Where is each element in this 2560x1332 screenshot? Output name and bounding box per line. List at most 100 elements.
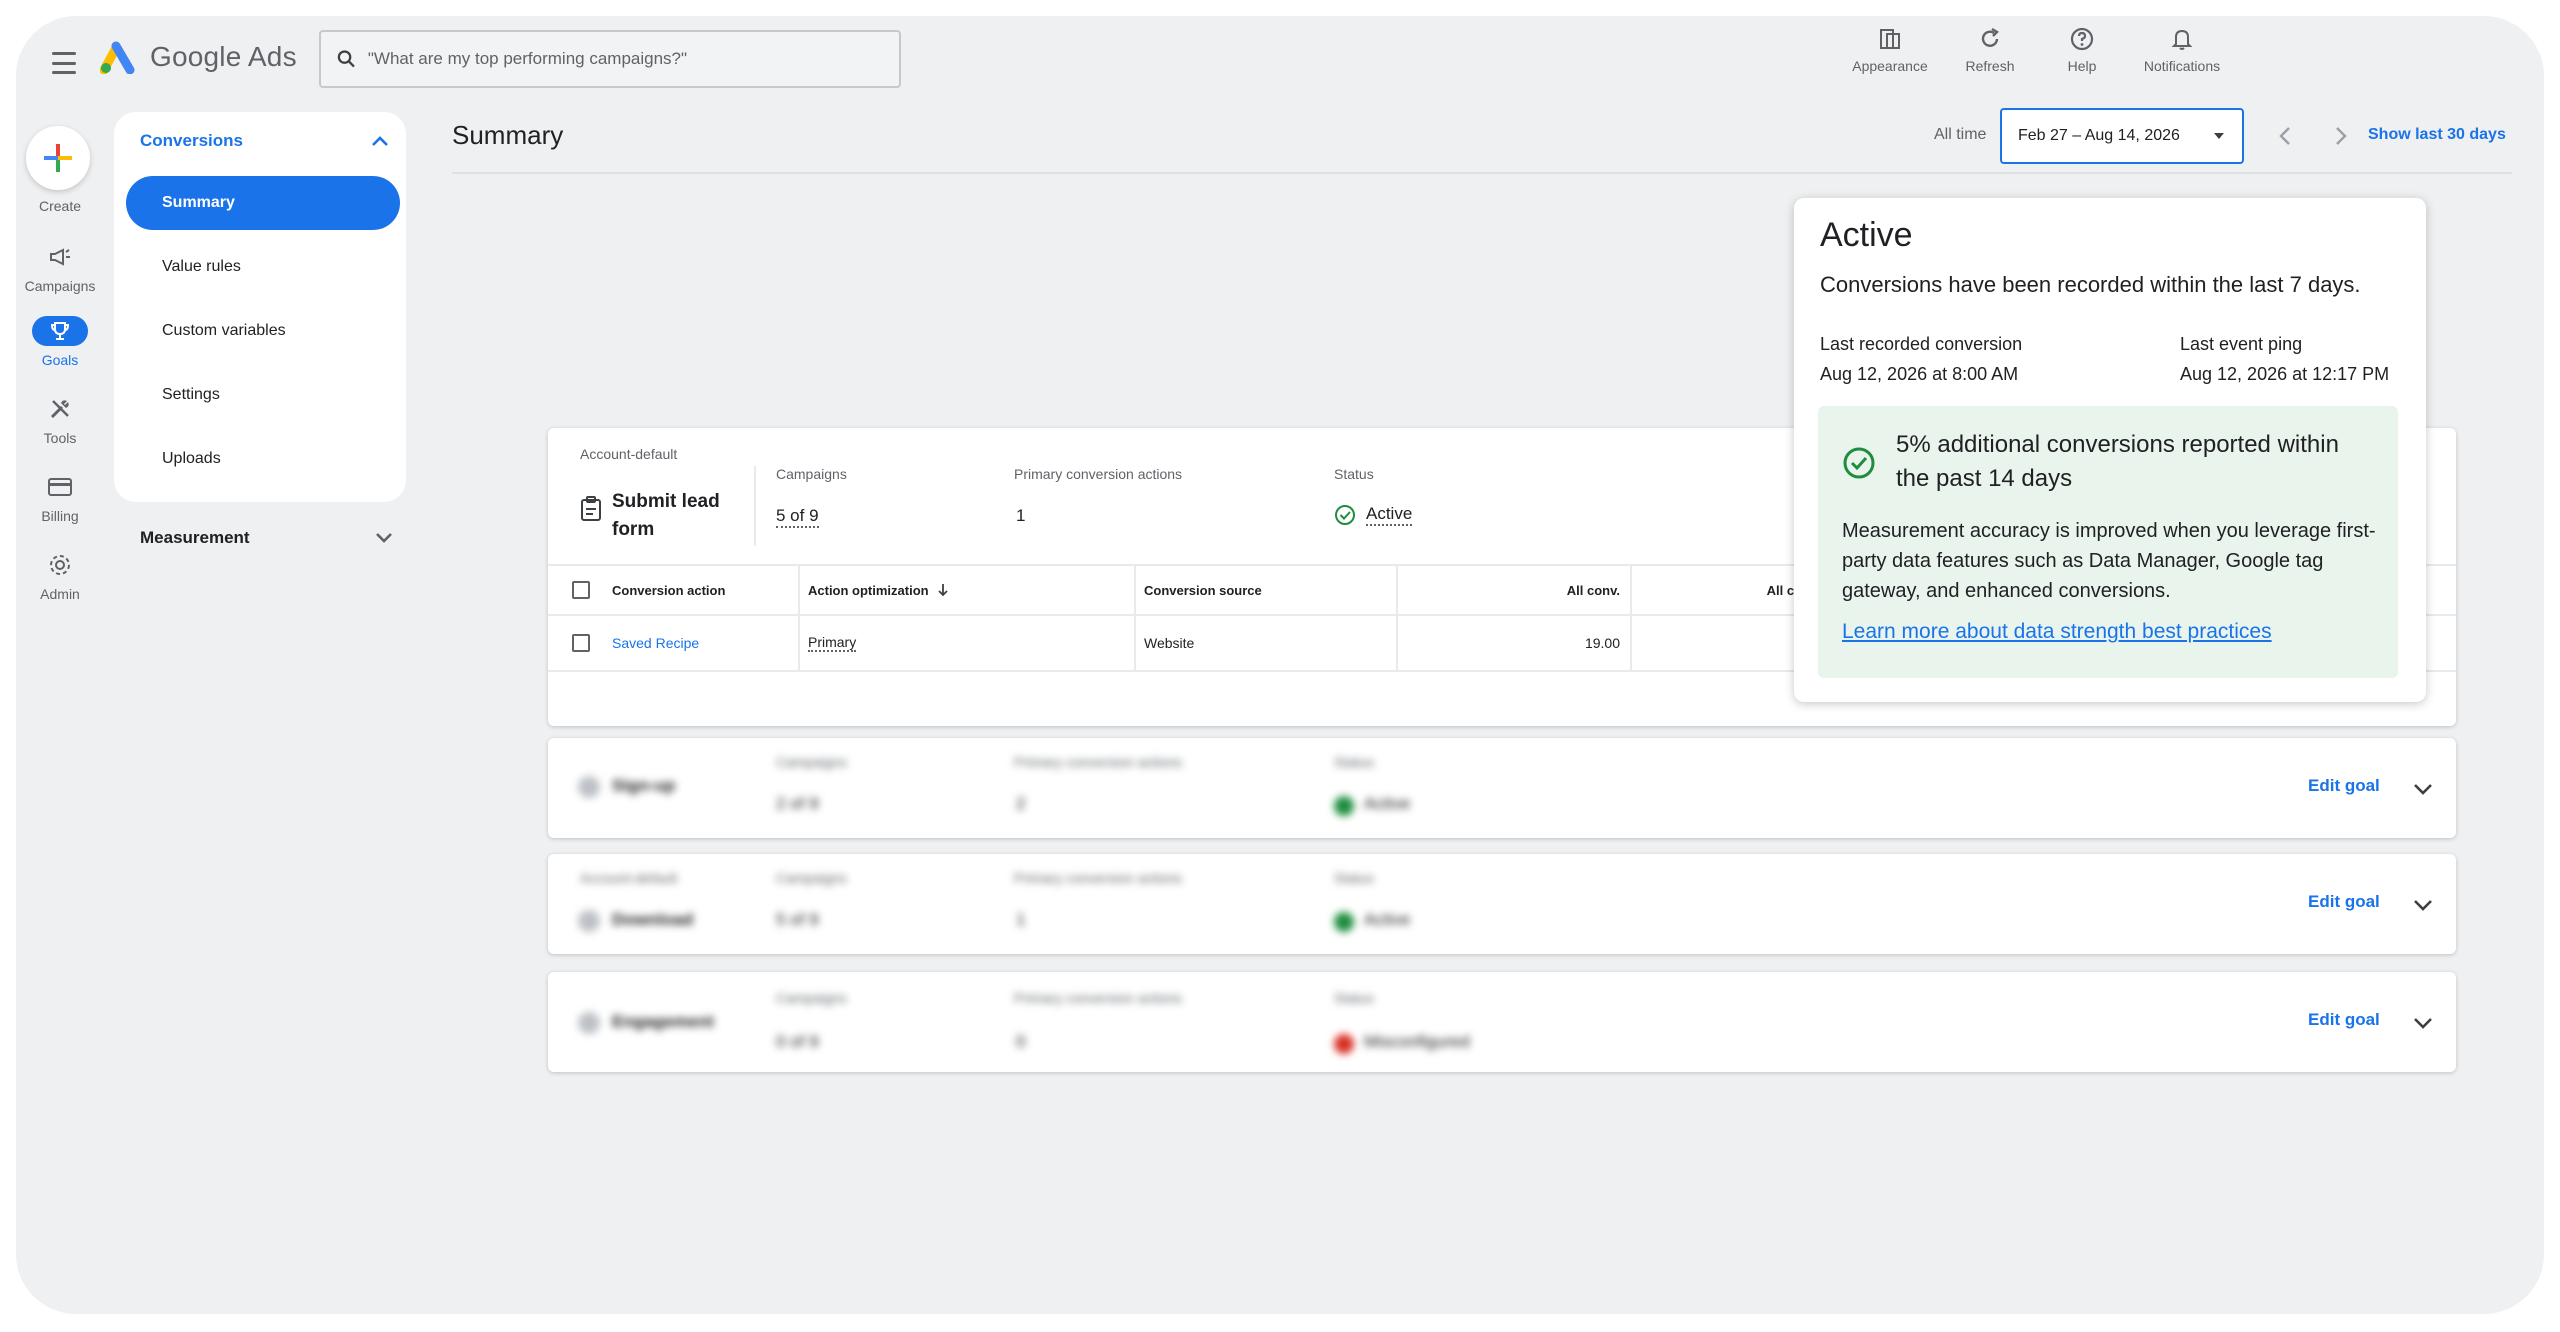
rail-item-goals[interactable]: Goals xyxy=(16,316,104,368)
callout-body: Measurement accuracy is improved when yo… xyxy=(1842,520,2376,602)
chevron-down-icon[interactable] xyxy=(2410,892,2436,918)
menu-icon[interactable] xyxy=(44,46,84,80)
campaigns-label: Campaigns xyxy=(776,754,847,770)
last-conversion-value: Aug 12, 2026 at 8:00 AM xyxy=(1820,364,2019,384)
app-name: Google Ads xyxy=(150,41,297,72)
col-conversion-action[interactable]: Conversion action xyxy=(612,566,725,614)
status-badge[interactable]: Active xyxy=(1334,504,1413,526)
edit-goal-button[interactable]: Edit goal xyxy=(2308,892,2380,912)
rail-item-billing[interactable]: Billing xyxy=(16,472,104,524)
gear-icon xyxy=(50,555,70,575)
edit-goal-button[interactable]: Edit goal xyxy=(2308,1010,2380,1030)
notifications-button[interactable]: Notifications xyxy=(2128,26,2236,74)
chevron-down-icon xyxy=(376,533,392,543)
top-actions: Appearance Refresh Help Notifications xyxy=(1836,26,2236,74)
show-last-30-days-link[interactable]: Show last 30 days xyxy=(2368,126,2506,144)
campaigns-label: Campaigns xyxy=(776,870,847,886)
search-icon xyxy=(337,50,355,68)
goal-name: Download xyxy=(612,910,694,929)
campaigns-value: 0 of 9 xyxy=(776,1032,819,1051)
campaigns-label: Campaigns xyxy=(776,990,847,1006)
campaigns-value: 5 of 9 xyxy=(776,910,819,929)
chevron-down-icon[interactable] xyxy=(2410,776,2436,802)
refresh-icon xyxy=(1981,27,1999,47)
nav-item-custom-variables[interactable]: Custom variables xyxy=(126,304,400,358)
rail-label-goals: Goals xyxy=(41,352,79,368)
primary-actions-label: Primary conversion actions xyxy=(1014,466,1183,482)
goal-card-engagement[interactable]: Engagement Campaigns 0 of 9 Primary conv… xyxy=(548,972,2456,1072)
goal-icon xyxy=(578,776,600,798)
primary-actions-label: Primary conversion actions xyxy=(1014,754,1183,770)
page-title: Summary xyxy=(452,120,564,150)
primary-actions-value: 1 xyxy=(1016,506,1026,525)
col-action-optimization[interactable]: Action optimization xyxy=(808,566,949,614)
conversions-section-header[interactable]: Conversions xyxy=(140,126,390,156)
primary-actions-label: Primary conversion actions xyxy=(1014,990,1183,1006)
optimization-value[interactable]: Primary xyxy=(808,634,857,652)
status-value: Active xyxy=(1366,504,1413,526)
select-all-checkbox[interactable] xyxy=(572,566,590,614)
help-button[interactable]: Help xyxy=(2036,26,2128,74)
nav-item-value-rules[interactable]: Value rules xyxy=(126,240,400,294)
primary-actions-label: Primary conversion actions xyxy=(1014,870,1183,886)
last-ping-value: Aug 12, 2026 at 12:17 PM xyxy=(2180,364,2390,384)
status-label: Status xyxy=(1334,870,1374,886)
rail-label-campaigns: Campaigns xyxy=(24,278,96,294)
nav-item-settings[interactable]: Settings xyxy=(126,368,400,422)
measurement-label: Measurement xyxy=(140,528,250,547)
prev-range-button[interactable] xyxy=(2270,120,2300,152)
next-range-button[interactable] xyxy=(2326,120,2356,152)
rail-item-admin[interactable]: Admin xyxy=(16,550,104,602)
primary-actions-value: 1 xyxy=(1016,910,1026,929)
conversion-action-link[interactable]: Saved Recipe xyxy=(612,616,699,670)
search-bar[interactable] xyxy=(319,30,901,88)
status-popover: Active Conversions have been recorded wi… xyxy=(1794,198,2426,702)
appearance-button[interactable]: Appearance xyxy=(1836,26,1944,74)
megaphone-icon xyxy=(50,248,70,266)
goal-name: Engagement xyxy=(612,1012,715,1031)
primary-actions-value: 0 xyxy=(1016,1032,1026,1051)
status-dot xyxy=(1334,912,1354,932)
date-range-select[interactable]: Feb 27 – Aug 14, 2026 xyxy=(2000,108,2244,164)
refresh-label: Refresh xyxy=(1965,58,2015,74)
app-frame: Google Ads Appearance Refresh Help Notif… xyxy=(16,16,2544,1314)
google-ads-logo-icon xyxy=(100,41,135,74)
header-divider xyxy=(452,172,2512,174)
create-button[interactable] xyxy=(26,126,90,190)
rail-item-campaigns[interactable]: Campaigns xyxy=(16,242,104,294)
goal-card-download[interactable]: Account-default Download Campaigns 5 of … xyxy=(548,854,2456,954)
google-ads-logo[interactable]: Google Ads xyxy=(100,40,297,74)
row-checkbox[interactable] xyxy=(572,616,590,670)
status-dot xyxy=(1334,796,1354,816)
chevron-down-icon[interactable] xyxy=(2410,1010,2436,1036)
col-conversion-source[interactable]: Conversion source xyxy=(1144,566,1262,614)
create-label: Create xyxy=(38,198,82,214)
campaigns-value[interactable]: 5 of 9 xyxy=(776,506,819,528)
data-strength-callout: 5% additional conversions reported withi… xyxy=(1818,406,2398,678)
check-circle-icon xyxy=(1843,447,1875,479)
goal-icon xyxy=(578,910,600,932)
rail-item-tools[interactable]: Tools xyxy=(16,394,104,446)
edit-goal-button[interactable]: Edit goal xyxy=(2308,776,2380,796)
date-range-value: Feb 27 – Aug 14, 2026 xyxy=(2018,127,2180,144)
refresh-button[interactable]: Refresh xyxy=(1944,26,2036,74)
goal-icon xyxy=(578,1012,600,1034)
learn-more-link[interactable]: Learn more about data strength best prac… xyxy=(1842,620,2272,644)
measurement-section-header[interactable]: Measurement xyxy=(140,528,394,548)
primary-actions-value: 2 xyxy=(1016,794,1026,813)
col-all-conv[interactable]: All conv. xyxy=(1396,566,1620,614)
tools-icon xyxy=(50,400,69,419)
popover-title: Active xyxy=(1820,216,1913,254)
status-label: Status xyxy=(1334,990,1374,1006)
nav-item-uploads[interactable]: Uploads xyxy=(126,432,400,486)
status-label: Status xyxy=(1334,466,1374,482)
source-value: Website xyxy=(1144,635,1195,651)
status-value: Active xyxy=(1364,794,1411,813)
goal-card-sign-up[interactable]: Campaigns Sign-up 2 of 9 Primary convers… xyxy=(548,738,2456,838)
bell-icon xyxy=(2171,29,2193,50)
goal-name: Sign-up xyxy=(612,776,676,795)
col-all-conv-value[interactable]: All con xyxy=(1630,566,1810,614)
nav-item-summary[interactable]: Summary xyxy=(126,176,400,230)
search-input[interactable] xyxy=(367,49,883,69)
chevron-left-icon xyxy=(2279,127,2290,145)
